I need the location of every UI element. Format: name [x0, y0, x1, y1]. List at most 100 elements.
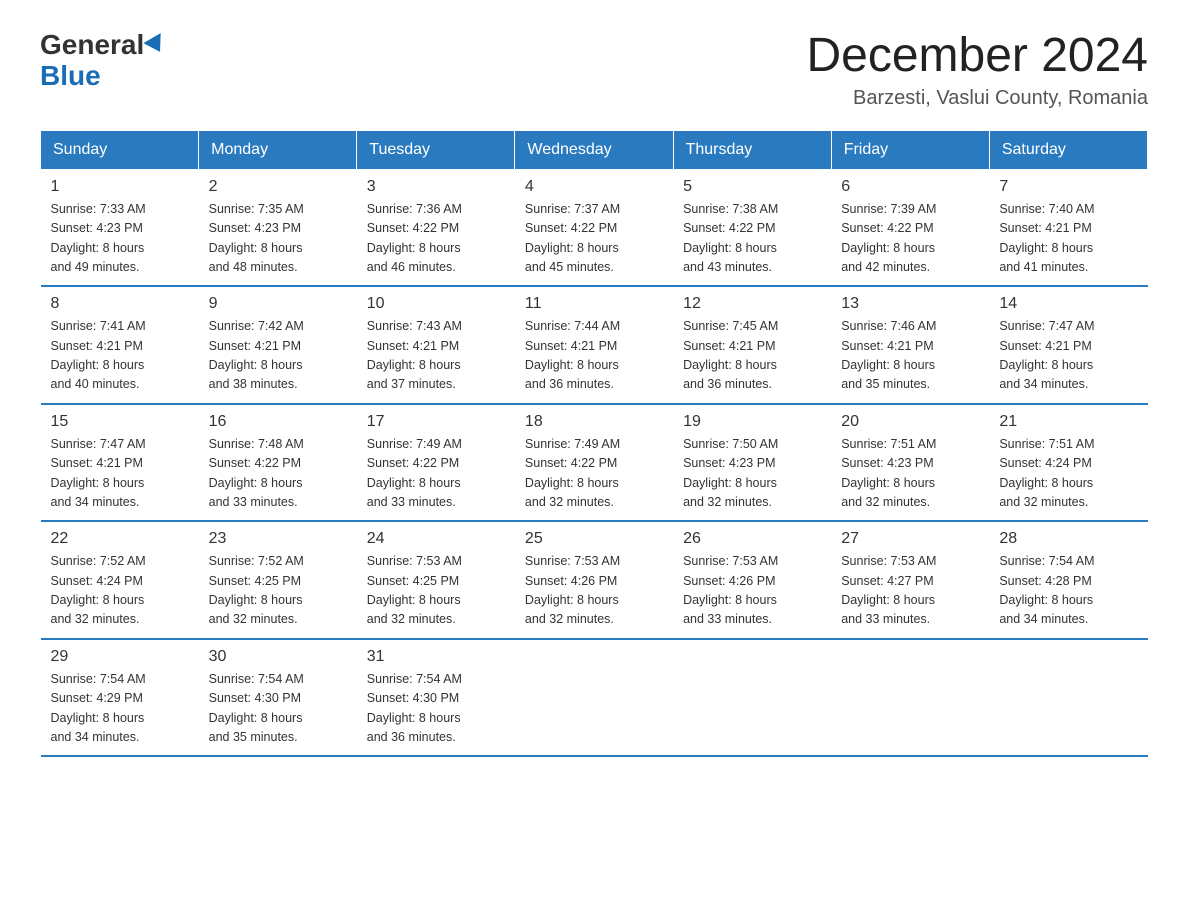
day-cell: 7 Sunrise: 7:40 AMSunset: 4:21 PMDayligh… [989, 169, 1147, 286]
day-number: 16 [209, 413, 347, 431]
day-cell: 1 Sunrise: 7:33 AMSunset: 4:23 PMDayligh… [41, 169, 199, 286]
day-info: Sunrise: 7:45 AMSunset: 4:21 PMDaylight:… [683, 317, 821, 395]
day-cell: 5 Sunrise: 7:38 AMSunset: 4:22 PMDayligh… [673, 169, 831, 286]
day-cell: 18 Sunrise: 7:49 AMSunset: 4:22 PMDaylig… [515, 404, 673, 522]
day-info: Sunrise: 7:53 AMSunset: 4:25 PMDaylight:… [367, 552, 505, 630]
day-info: Sunrise: 7:51 AMSunset: 4:24 PMDaylight:… [999, 435, 1137, 513]
day-number: 17 [367, 413, 505, 431]
weekday-header-friday: Friday [831, 130, 989, 169]
day-number: 30 [209, 648, 347, 666]
day-number: 31 [367, 648, 505, 666]
day-number: 2 [209, 178, 347, 196]
day-info: Sunrise: 7:37 AMSunset: 4:22 PMDaylight:… [525, 200, 663, 278]
week-row-5: 29 Sunrise: 7:54 AMSunset: 4:29 PMDaylig… [41, 639, 1148, 757]
day-cell: 11 Sunrise: 7:44 AMSunset: 4:21 PMDaylig… [515, 286, 673, 404]
day-number: 15 [51, 413, 189, 431]
weekday-header-thursday: Thursday [673, 130, 831, 169]
day-cell [831, 639, 989, 757]
day-cell: 9 Sunrise: 7:42 AMSunset: 4:21 PMDayligh… [199, 286, 357, 404]
day-cell: 4 Sunrise: 7:37 AMSunset: 4:22 PMDayligh… [515, 169, 673, 286]
day-info: Sunrise: 7:51 AMSunset: 4:23 PMDaylight:… [841, 435, 979, 513]
day-cell: 16 Sunrise: 7:48 AMSunset: 4:22 PMDaylig… [199, 404, 357, 522]
day-info: Sunrise: 7:53 AMSunset: 4:26 PMDaylight:… [525, 552, 663, 630]
day-info: Sunrise: 7:54 AMSunset: 4:30 PMDaylight:… [367, 670, 505, 748]
title-area: December 2024 Barzesti, Vaslui County, R… [806, 30, 1148, 110]
day-info: Sunrise: 7:41 AMSunset: 4:21 PMDaylight:… [51, 317, 189, 395]
day-cell: 28 Sunrise: 7:54 AMSunset: 4:28 PMDaylig… [989, 521, 1147, 639]
day-cell: 22 Sunrise: 7:52 AMSunset: 4:24 PMDaylig… [41, 521, 199, 639]
day-number: 24 [367, 530, 505, 548]
day-info: Sunrise: 7:40 AMSunset: 4:21 PMDaylight:… [999, 200, 1137, 278]
day-info: Sunrise: 7:36 AMSunset: 4:22 PMDaylight:… [367, 200, 505, 278]
day-cell: 17 Sunrise: 7:49 AMSunset: 4:22 PMDaylig… [357, 404, 515, 522]
day-cell: 21 Sunrise: 7:51 AMSunset: 4:24 PMDaylig… [989, 404, 1147, 522]
day-info: Sunrise: 7:52 AMSunset: 4:24 PMDaylight:… [51, 552, 189, 630]
day-number: 9 [209, 295, 347, 313]
logo-triangle-icon [144, 33, 169, 57]
weekday-header-row: SundayMondayTuesdayWednesdayThursdayFrid… [41, 130, 1148, 169]
day-number: 21 [999, 413, 1137, 431]
week-row-3: 15 Sunrise: 7:47 AMSunset: 4:21 PMDaylig… [41, 404, 1148, 522]
day-number: 1 [51, 178, 189, 196]
day-info: Sunrise: 7:49 AMSunset: 4:22 PMDaylight:… [525, 435, 663, 513]
weekday-header-tuesday: Tuesday [357, 130, 515, 169]
day-info: Sunrise: 7:35 AMSunset: 4:23 PMDaylight:… [209, 200, 347, 278]
day-info: Sunrise: 7:52 AMSunset: 4:25 PMDaylight:… [209, 552, 347, 630]
day-info: Sunrise: 7:38 AMSunset: 4:22 PMDaylight:… [683, 200, 821, 278]
day-cell: 23 Sunrise: 7:52 AMSunset: 4:25 PMDaylig… [199, 521, 357, 639]
weekday-header-monday: Monday [199, 130, 357, 169]
day-info: Sunrise: 7:42 AMSunset: 4:21 PMDaylight:… [209, 317, 347, 395]
day-number: 6 [841, 178, 979, 196]
day-number: 4 [525, 178, 663, 196]
day-cell: 25 Sunrise: 7:53 AMSunset: 4:26 PMDaylig… [515, 521, 673, 639]
day-number: 13 [841, 295, 979, 313]
day-info: Sunrise: 7:54 AMSunset: 4:28 PMDaylight:… [999, 552, 1137, 630]
day-cell: 12 Sunrise: 7:45 AMSunset: 4:21 PMDaylig… [673, 286, 831, 404]
calendar-table: SundayMondayTuesdayWednesdayThursdayFrid… [40, 130, 1148, 758]
day-info: Sunrise: 7:43 AMSunset: 4:21 PMDaylight:… [367, 317, 505, 395]
day-info: Sunrise: 7:53 AMSunset: 4:27 PMDaylight:… [841, 552, 979, 630]
day-info: Sunrise: 7:49 AMSunset: 4:22 PMDaylight:… [367, 435, 505, 513]
day-number: 14 [999, 295, 1137, 313]
day-number: 18 [525, 413, 663, 431]
day-cell: 6 Sunrise: 7:39 AMSunset: 4:22 PMDayligh… [831, 169, 989, 286]
day-number: 19 [683, 413, 821, 431]
week-row-4: 22 Sunrise: 7:52 AMSunset: 4:24 PMDaylig… [41, 521, 1148, 639]
day-number: 12 [683, 295, 821, 313]
day-cell: 2 Sunrise: 7:35 AMSunset: 4:23 PMDayligh… [199, 169, 357, 286]
day-cell: 20 Sunrise: 7:51 AMSunset: 4:23 PMDaylig… [831, 404, 989, 522]
day-number: 27 [841, 530, 979, 548]
day-number: 7 [999, 178, 1137, 196]
day-info: Sunrise: 7:54 AMSunset: 4:30 PMDaylight:… [209, 670, 347, 748]
day-info: Sunrise: 7:44 AMSunset: 4:21 PMDaylight:… [525, 317, 663, 395]
day-number: 26 [683, 530, 821, 548]
day-number: 29 [51, 648, 189, 666]
day-cell: 27 Sunrise: 7:53 AMSunset: 4:27 PMDaylig… [831, 521, 989, 639]
day-info: Sunrise: 7:50 AMSunset: 4:23 PMDaylight:… [683, 435, 821, 513]
day-number: 28 [999, 530, 1137, 548]
day-number: 11 [525, 295, 663, 313]
day-number: 8 [51, 295, 189, 313]
day-number: 20 [841, 413, 979, 431]
day-info: Sunrise: 7:46 AMSunset: 4:21 PMDaylight:… [841, 317, 979, 395]
day-info: Sunrise: 7:47 AMSunset: 4:21 PMDaylight:… [999, 317, 1137, 395]
day-cell: 31 Sunrise: 7:54 AMSunset: 4:30 PMDaylig… [357, 639, 515, 757]
day-cell: 8 Sunrise: 7:41 AMSunset: 4:21 PMDayligh… [41, 286, 199, 404]
week-row-1: 1 Sunrise: 7:33 AMSunset: 4:23 PMDayligh… [41, 169, 1148, 286]
day-cell [673, 639, 831, 757]
day-info: Sunrise: 7:33 AMSunset: 4:23 PMDaylight:… [51, 200, 189, 278]
day-number: 5 [683, 178, 821, 196]
logo-blue-text: Blue [40, 61, 101, 92]
logo: General Blue [40, 30, 166, 92]
day-info: Sunrise: 7:47 AMSunset: 4:21 PMDaylight:… [51, 435, 189, 513]
day-info: Sunrise: 7:48 AMSunset: 4:22 PMDaylight:… [209, 435, 347, 513]
day-cell: 14 Sunrise: 7:47 AMSunset: 4:21 PMDaylig… [989, 286, 1147, 404]
day-number: 3 [367, 178, 505, 196]
weekday-header-sunday: Sunday [41, 130, 199, 169]
weekday-header-saturday: Saturday [989, 130, 1147, 169]
day-number: 10 [367, 295, 505, 313]
day-cell: 15 Sunrise: 7:47 AMSunset: 4:21 PMDaylig… [41, 404, 199, 522]
day-cell: 13 Sunrise: 7:46 AMSunset: 4:21 PMDaylig… [831, 286, 989, 404]
day-cell [515, 639, 673, 757]
day-cell: 29 Sunrise: 7:54 AMSunset: 4:29 PMDaylig… [41, 639, 199, 757]
